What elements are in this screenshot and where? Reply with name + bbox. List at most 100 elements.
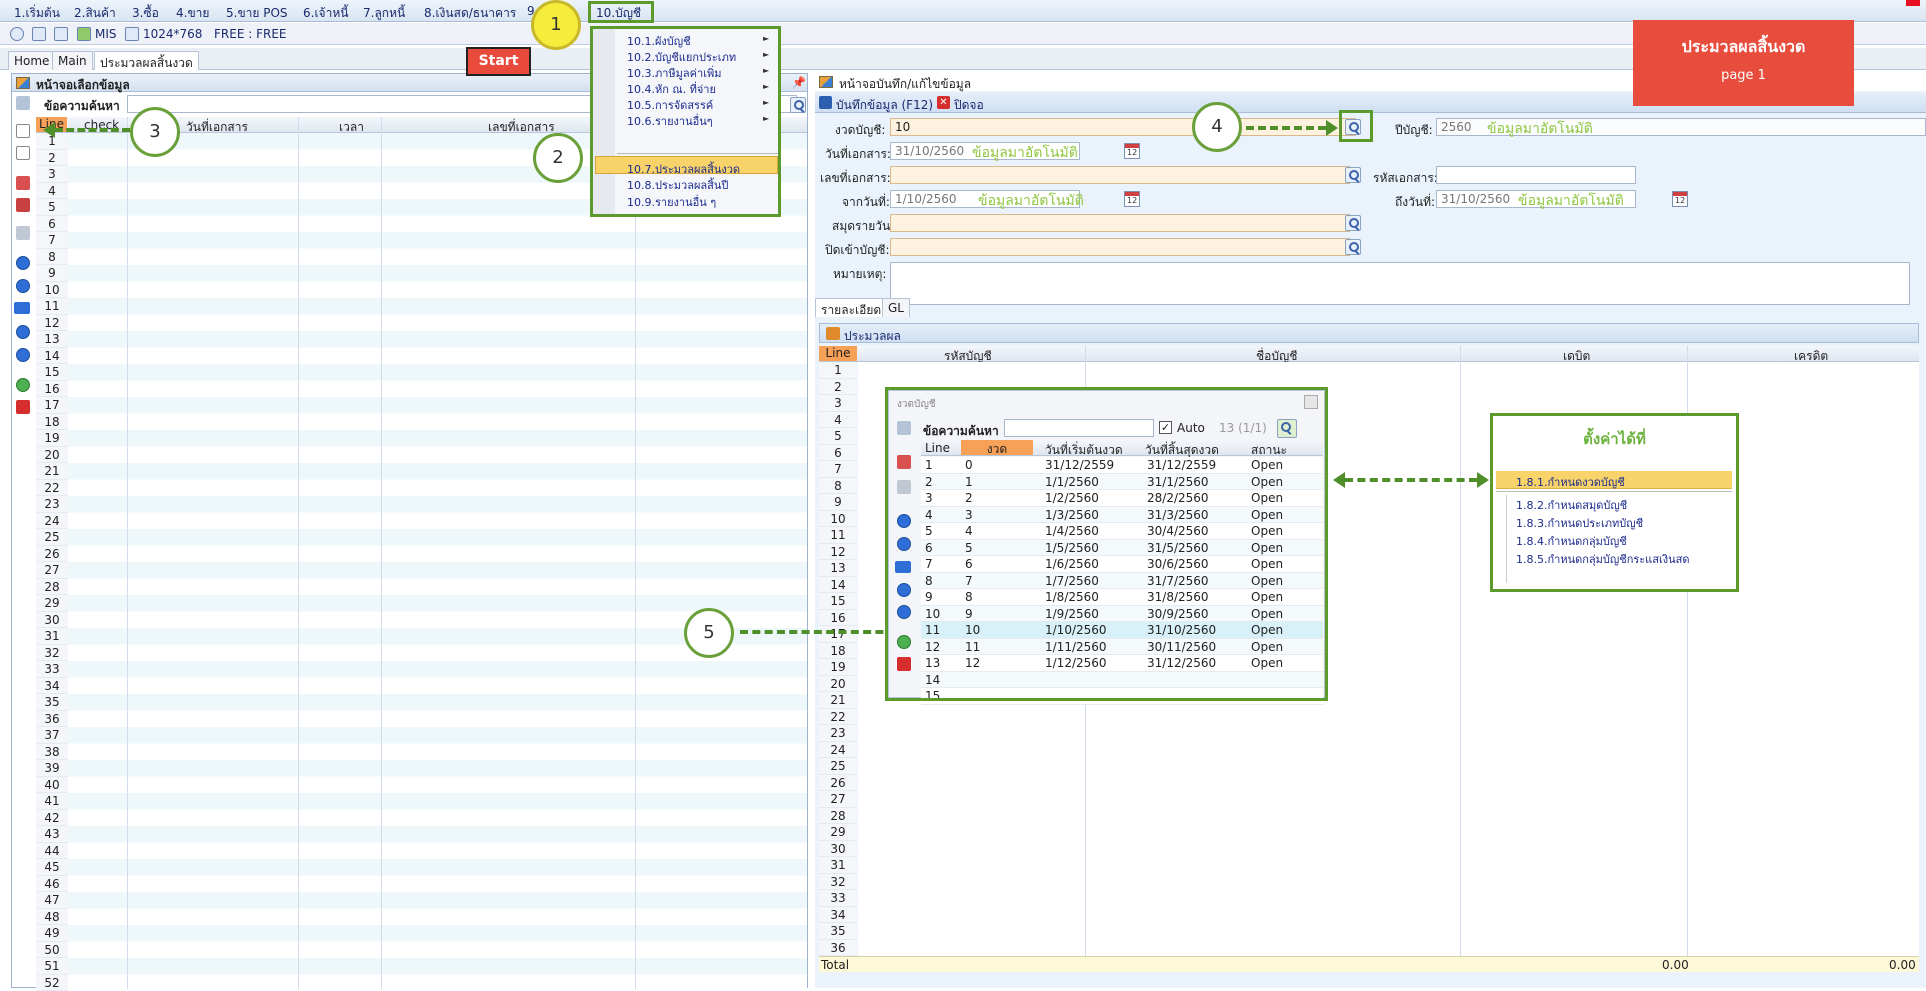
right-row-number[interactable]: 2 — [819, 379, 857, 396]
left-row-number[interactable]: 30 — [36, 612, 68, 629]
checklist-icon[interactable] — [16, 176, 30, 190]
doc-no-search-icon[interactable] — [1345, 167, 1361, 183]
left-row-number[interactable]: 22 — [36, 480, 68, 497]
menu-start[interactable]: 1.เริ่มต้น — [14, 4, 60, 23]
right-row-number[interactable]: 25 — [819, 758, 857, 775]
report-icon[interactable] — [16, 198, 30, 212]
left-row-number[interactable]: 31 — [36, 628, 68, 645]
left-row-number[interactable]: 45 — [36, 859, 68, 876]
save-icon[interactable] — [819, 96, 832, 109]
back-icon[interactable] — [16, 256, 30, 270]
right-row-number[interactable]: 35 — [819, 923, 857, 940]
col-line[interactable]: Line — [819, 346, 857, 361]
right-row-number[interactable]: 18 — [819, 643, 857, 660]
confirm-icon[interactable] — [16, 378, 30, 392]
clock-icon[interactable] — [10, 27, 24, 41]
right-row-number[interactable]: 3 — [819, 395, 857, 412]
left-row-number[interactable]: 51 — [36, 958, 68, 975]
from-date-calendar-icon[interactable] — [1124, 191, 1140, 207]
doc-date-calendar-icon[interactable] — [1124, 143, 1140, 159]
right-row-number[interactable]: 23 — [819, 725, 857, 742]
menu-receivables[interactable]: 7.ลูกหนี้ — [363, 4, 405, 23]
right-row-number[interactable]: 31 — [819, 857, 857, 874]
right-row-number[interactable]: 33 — [819, 890, 857, 907]
list-icon[interactable] — [16, 226, 30, 240]
to-date-calendar-icon[interactable] — [1672, 191, 1688, 207]
right-row-number[interactable]: 29 — [819, 824, 857, 841]
left-row-number[interactable]: 35 — [36, 694, 68, 711]
left-row-number[interactable]: 49 — [36, 925, 68, 942]
right-row-number[interactable]: 34 — [819, 907, 857, 924]
left-row-number[interactable]: 7 — [36, 232, 68, 249]
pin-icon[interactable]: 📌 — [792, 76, 806, 89]
left-row-number[interactable]: 2 — [36, 150, 68, 167]
left-row-number[interactable]: 32 — [36, 645, 68, 662]
right-row-number[interactable]: 14 — [819, 577, 857, 594]
right-row-number[interactable]: 11 — [819, 527, 857, 544]
right-row-number[interactable]: 9 — [819, 494, 857, 511]
left-row-number[interactable]: 11 — [36, 298, 68, 315]
right-row-number[interactable]: 30 — [819, 841, 857, 858]
left-row-number[interactable]: 36 — [36, 711, 68, 728]
left-row-number[interactable]: 41 — [36, 793, 68, 810]
chart-icon[interactable] — [77, 27, 91, 41]
window-close-button[interactable] — [1906, 0, 1920, 6]
left-row-number[interactable]: 29 — [36, 595, 68, 612]
left-row-number[interactable]: 15 — [36, 364, 68, 381]
menu-sales-pos[interactable]: 5.ขาย POS — [226, 4, 288, 23]
left-row-number[interactable]: 34 — [36, 678, 68, 695]
close-button[interactable]: ปิดจอ — [954, 96, 984, 115]
left-row-number[interactable]: 20 — [36, 447, 68, 464]
right-row-number[interactable]: 15 — [819, 593, 857, 610]
right-row-number[interactable]: 1 — [819, 362, 857, 379]
left-row-number[interactable]: 16 — [36, 381, 68, 398]
right-row-number[interactable]: 22 — [819, 709, 857, 726]
left-row-number[interactable]: 25 — [36, 529, 68, 546]
left-row-number[interactable]: 26 — [36, 546, 68, 563]
left-row-number[interactable]: 24 — [36, 513, 68, 530]
left-row-number[interactable]: 10 — [36, 282, 68, 299]
left-row-number[interactable]: 39 — [36, 760, 68, 777]
subtab-gl[interactable]: GL — [882, 298, 910, 317]
left-row-number[interactable]: 14 — [36, 348, 68, 365]
left-row-number[interactable]: 4 — [36, 183, 68, 200]
left-row-number[interactable]: 37 — [36, 727, 68, 744]
right-row-number[interactable]: 36 — [819, 940, 857, 957]
down-icon[interactable] — [16, 348, 30, 362]
left-row-number[interactable]: 40 — [36, 777, 68, 794]
journal-search-icon[interactable] — [1345, 215, 1361, 231]
process-button[interactable]: ประมวลผล — [844, 327, 901, 346]
left-row-number[interactable]: 3 — [36, 166, 68, 183]
up-icon[interactable] — [16, 325, 30, 339]
right-row-number[interactable]: 26 — [819, 775, 857, 792]
left-row-number[interactable]: 42 — [36, 810, 68, 827]
right-row-number[interactable]: 7 — [819, 461, 857, 478]
right-row-number[interactable]: 10 — [819, 511, 857, 528]
right-row-number[interactable]: 27 — [819, 791, 857, 808]
right-row-number[interactable]: 6 — [819, 445, 857, 462]
left-row-number[interactable]: 27 — [36, 562, 68, 579]
left-row-number[interactable]: 23 — [36, 496, 68, 513]
window-icon[interactable] — [32, 27, 46, 41]
left-row-number[interactable]: 9 — [36, 265, 68, 282]
tab-home[interactable]: Home — [8, 51, 55, 70]
forward-icon[interactable] — [16, 279, 30, 293]
close-icon[interactable]: ✕ — [937, 96, 950, 109]
right-row-number[interactable]: 20 — [819, 676, 857, 693]
left-row-number[interactable]: 43 — [36, 826, 68, 843]
left-row-number[interactable]: 18 — [36, 414, 68, 431]
left-row-number[interactable]: 21 — [36, 463, 68, 480]
left-search-icon[interactable] — [790, 97, 806, 113]
left-row-number[interactable]: 50 — [36, 942, 68, 959]
close-account-search-icon[interactable] — [1345, 239, 1361, 255]
menu-sales[interactable]: 4.ขาย — [176, 4, 209, 23]
hierarchy-icon[interactable] — [16, 96, 30, 110]
menu-products[interactable]: 2.สินค้า — [74, 4, 116, 23]
menu-cash-bank[interactable]: 8.เงินสด/ธนาคาร — [424, 4, 516, 23]
left-row-number[interactable]: 8 — [36, 249, 68, 266]
left-row-number[interactable]: 19 — [36, 430, 68, 447]
right-row-number[interactable]: 17 — [819, 626, 857, 643]
right-row-number[interactable]: 24 — [819, 742, 857, 759]
left-row-number[interactable]: 6 — [36, 216, 68, 233]
right-row-number[interactable]: 32 — [819, 874, 857, 891]
